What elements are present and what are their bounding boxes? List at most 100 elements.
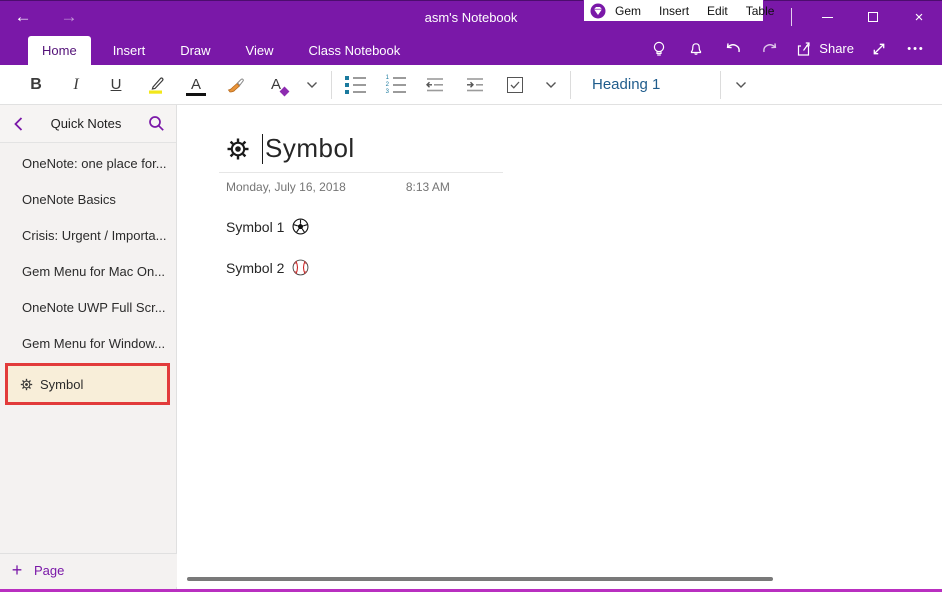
clear-formatting-diamond-icon xyxy=(280,86,290,96)
page-item[interactable]: Gem Menu for Window... xyxy=(0,325,176,361)
lightbulb-icon xyxy=(650,40,668,58)
gem-menu-item-edit[interactable]: Edit xyxy=(698,1,737,21)
indent-icon xyxy=(464,77,486,93)
more-options-button[interactable]: ••• xyxy=(904,37,928,61)
share-button[interactable]: Share xyxy=(795,40,854,58)
chevron-down-icon xyxy=(545,81,557,89)
redo-icon xyxy=(760,40,780,58)
bullet-list-button[interactable] xyxy=(335,69,375,101)
outdent-icon xyxy=(424,77,446,93)
tab-view[interactable]: View xyxy=(233,36,287,65)
tab-class-notebook[interactable]: Class Notebook xyxy=(296,36,414,65)
baseball-icon xyxy=(292,259,309,276)
styles-expand-button[interactable] xyxy=(724,69,758,101)
page-canvas[interactable]: Symbol Monday, July 16, 2018 8:13 AM Sym… xyxy=(178,105,942,589)
chevron-down-icon xyxy=(735,81,747,89)
onenote-window: ← → asm's Notebook × Gem xyxy=(0,0,942,592)
redo-button[interactable] xyxy=(758,37,782,61)
share-icon xyxy=(795,40,813,58)
maximize-icon xyxy=(868,12,878,22)
page-item-selected[interactable]: Symbol xyxy=(5,363,170,405)
minimize-icon xyxy=(822,17,833,18)
tab-draw[interactable]: Draw xyxy=(167,36,223,65)
add-page-button[interactable]: + Page xyxy=(0,553,177,587)
page-sidebar: Quick Notes OneNote: one place for... On… xyxy=(0,105,177,589)
back-arrow-icon: ← xyxy=(15,7,32,27)
chevron-left-icon xyxy=(14,117,23,131)
toolbar-separator xyxy=(570,71,571,99)
tab-home[interactable]: Home xyxy=(28,36,91,65)
plus-icon: + xyxy=(0,560,34,581)
forward-arrow-icon: → xyxy=(61,7,78,27)
page-item[interactable]: OneNote: one place for... xyxy=(0,145,176,181)
search-button[interactable] xyxy=(136,115,176,132)
font-color-label: A xyxy=(191,77,201,92)
gem-menu-item-insert[interactable]: Insert xyxy=(650,1,698,21)
note-line-text: Symbol 1 xyxy=(226,219,284,235)
page-list: OneNote: one place for... OneNote Basics… xyxy=(0,143,176,405)
tags-expand-button[interactable] xyxy=(535,69,567,101)
page-title-block: Symbol xyxy=(219,133,503,173)
maximize-button[interactable] xyxy=(850,1,896,33)
toolbar-separator xyxy=(331,71,332,99)
numbered-list-icon: 1 2 3 xyxy=(384,76,406,94)
gear-icon xyxy=(226,137,250,161)
gear-icon xyxy=(20,378,33,391)
underline-button[interactable]: U xyxy=(96,69,136,101)
note-line[interactable]: Symbol 2 xyxy=(226,259,942,276)
search-icon xyxy=(148,115,165,132)
add-page-label: Page xyxy=(34,563,64,578)
resize-diagonal-icon xyxy=(870,40,888,58)
page-meta: Monday, July 16, 2018 8:13 AM xyxy=(226,180,942,194)
formatting-toolbar: B I U A A xyxy=(0,65,942,105)
gem-menu-item-gem[interactable]: Gem xyxy=(606,1,650,21)
gem-icon xyxy=(590,3,606,19)
horizontal-scrollbar[interactable] xyxy=(187,577,773,581)
font-options-expand-button[interactable] xyxy=(296,69,328,101)
sidebar-back-button[interactable] xyxy=(0,117,36,131)
numbered-list-button[interactable]: 1 2 3 xyxy=(375,69,415,101)
style-selector[interactable]: Heading 1 xyxy=(580,70,712,100)
format-painter-button[interactable] xyxy=(216,69,256,101)
highlighter-button[interactable] xyxy=(136,69,176,101)
page-item[interactable]: Gem Menu for Mac On... xyxy=(0,253,176,289)
titlebar-separator xyxy=(791,8,792,26)
italic-button[interactable]: I xyxy=(56,69,96,101)
page-item[interactable]: Crisis: Urgent / Importa... xyxy=(0,217,176,253)
toolbar-separator xyxy=(720,71,721,99)
font-color-button[interactable]: A xyxy=(176,69,216,101)
todo-checkbox-icon xyxy=(507,77,523,93)
close-button[interactable]: × xyxy=(896,1,942,33)
fullscreen-button[interactable] xyxy=(867,37,891,61)
bullet-list-icon xyxy=(345,76,366,94)
soccer-ball-icon xyxy=(292,218,309,235)
notifications-button[interactable] xyxy=(684,37,708,61)
page-item[interactable]: OneNote UWP Full Scr... xyxy=(0,289,176,325)
font-color-swatch xyxy=(186,93,206,96)
format-painter-icon xyxy=(225,75,247,95)
chevron-down-icon xyxy=(306,81,318,89)
page-item[interactable]: OneNote Basics xyxy=(0,181,176,217)
back-button[interactable]: ← xyxy=(0,1,46,33)
undo-button[interactable] xyxy=(721,37,745,61)
forward-button[interactable]: → xyxy=(46,1,92,33)
ellipsis-icon: ••• xyxy=(907,43,925,55)
tell-me-lightbulb-button[interactable] xyxy=(647,37,671,61)
bell-icon xyxy=(687,40,705,58)
page-title[interactable]: Symbol xyxy=(265,133,355,164)
indent-button[interactable] xyxy=(455,69,495,101)
note-line[interactable]: Symbol 1 xyxy=(226,218,942,235)
section-title: Quick Notes xyxy=(36,116,136,131)
clear-formatting-button[interactable]: A xyxy=(256,69,296,101)
undo-icon xyxy=(723,40,743,58)
minimize-button[interactable] xyxy=(804,1,850,33)
gem-menu-item-table[interactable]: Table xyxy=(737,1,784,21)
ribbon-tabs: Home Insert Draw View Class Notebook xyxy=(28,32,422,65)
sidebar-header: Quick Notes xyxy=(0,105,176,143)
ribbon-right-actions: Share ••• xyxy=(647,32,928,65)
bold-button[interactable]: B xyxy=(16,69,56,101)
page-item-label: Symbol xyxy=(40,377,83,392)
todo-tag-button[interactable] xyxy=(495,69,535,101)
tab-insert[interactable]: Insert xyxy=(100,36,159,65)
outdent-button[interactable] xyxy=(415,69,455,101)
